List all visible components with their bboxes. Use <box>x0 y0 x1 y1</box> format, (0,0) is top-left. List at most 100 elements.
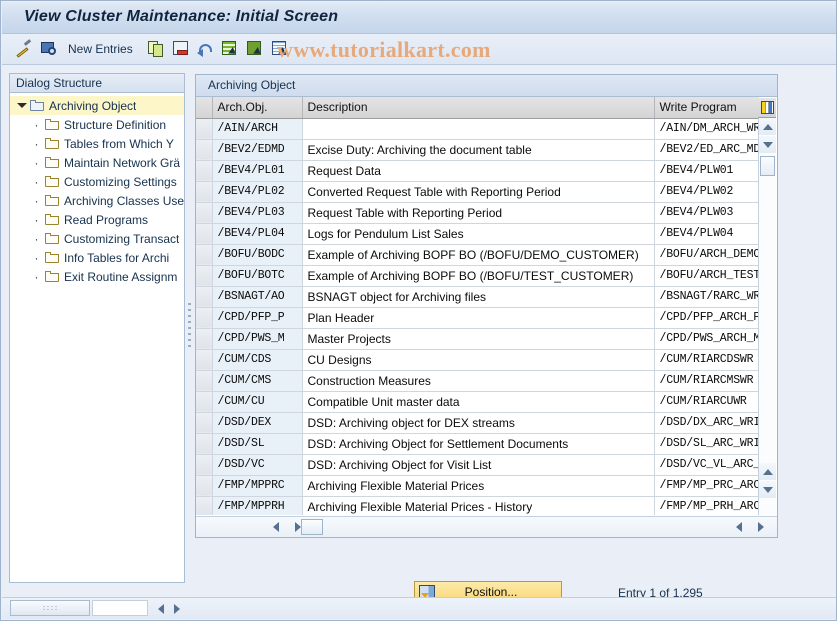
table-horizontal-scrollbar[interactable] <box>196 516 777 537</box>
cell-write-program[interactable]: /CUM/RIARCMSWR <box>654 370 759 392</box>
column-settings-button[interactable] <box>758 98 776 118</box>
cell-description[interactable]: Archiving Flexible Material Prices - His… <box>302 496 655 515</box>
cell-description[interactable]: Excise Duty: Archiving the document tabl… <box>302 139 655 161</box>
cell-description[interactable]: Plan Header <box>302 307 655 329</box>
status-field[interactable] <box>92 600 148 616</box>
cell-description[interactable]: Request Data <box>302 160 655 182</box>
row-select-cell[interactable] <box>196 223 213 245</box>
cell-arch-obj[interactable]: /BOFU/BOTC <box>212 265 303 287</box>
status-next-button[interactable] <box>170 601 184 616</box>
table-vertical-scrollbar[interactable] <box>758 118 776 515</box>
cell-arch-obj[interactable]: /FMP/MPPRC <box>212 475 303 497</box>
cell-arch-obj[interactable]: /BEV4/PL04 <box>212 223 303 245</box>
table-row[interactable]: /BOFU/BOTC Example of Archiving BOPF BO (… <box>196 265 759 287</box>
table-row[interactable]: /CUM/CU Compatible Unit master data/CUM/R… <box>196 391 759 413</box>
table-row[interactable]: /CPD/PWS_MMaster Projects/CPD/PWS_ARCH_M… <box>196 328 759 350</box>
row-select-cell[interactable] <box>196 475 213 497</box>
table-row[interactable]: /FMP/MPPRC Archiving Flexible Material Pr… <box>196 475 759 497</box>
undo-button[interactable] <box>197 38 215 60</box>
sidebar-item-tables-from-which-y[interactable]: · Tables from Which Y <box>10 134 184 153</box>
sidebar-item-info-tables-for-archi[interactable]: · Info Tables for Archi <box>10 248 184 267</box>
scroll-up-button[interactable] <box>759 118 776 135</box>
row-select-cell[interactable] <box>196 370 213 392</box>
cell-write-program[interactable]: /CPD/PFP_ARCH_PH_ <box>654 307 759 329</box>
sidebar-item-maintain-network-gr[interactable]: · Maintain Network Grä <box>10 153 184 172</box>
cell-arch-obj[interactable]: /DSD/VC <box>212 454 303 476</box>
cell-description[interactable]: Example of Archiving BOPF BO (/BOFU/TEST… <box>302 265 655 287</box>
row-select-cell[interactable] <box>196 160 213 182</box>
scroll-page-up-button[interactable] <box>759 136 776 153</box>
cell-write-program[interactable]: /DSD/SL_ARC_WRITE <box>654 433 759 455</box>
cell-write-program[interactable]: /BOFU/ARCH_TEST_C <box>654 265 759 287</box>
cell-description[interactable] <box>302 118 655 140</box>
row-select-cell[interactable] <box>196 202 213 224</box>
cell-write-program[interactable]: /CPD/PWS_ARCH_MP_ <box>654 328 759 350</box>
cell-description[interactable]: Example of Archiving BOPF BO (/BOFU/DEMO… <box>302 244 655 266</box>
cell-description[interactable]: Logs for Pendulum List Sales <box>302 223 655 245</box>
search-button[interactable] <box>40 38 58 60</box>
select-block-button[interactable] <box>247 38 263 60</box>
column-header-description[interactable]: Description <box>302 97 655 119</box>
cell-write-program[interactable]: /AIN/DM_ARCH_WRIT <box>654 118 759 140</box>
cell-arch-obj[interactable]: /DSD/DEX <box>212 412 303 434</box>
sidebar-item-customizing-settings[interactable]: · Customizing Settings <box>10 172 184 191</box>
sidebar-item-customizing-transact[interactable]: · Customizing Transact <box>10 229 184 248</box>
hscroll-left-button[interactable] <box>268 519 284 535</box>
column-header-arch-obj[interactable]: Arch.Obj. <box>212 97 303 119</box>
table-row[interactable]: /BEV4/PL01 Request Data/BEV4/PLW01 <box>196 160 759 182</box>
scroll-page-down-button[interactable] <box>759 463 776 480</box>
table-row[interactable]: /DSD/VC DSD: Archiving Object for Visit L… <box>196 454 759 476</box>
row-select-cell[interactable] <box>196 454 213 476</box>
cell-arch-obj[interactable]: /DSD/SL <box>212 433 303 455</box>
status-resize-handle[interactable] <box>10 600 90 616</box>
cell-write-program[interactable]: /DSD/VC_VL_ARC_WR <box>654 454 759 476</box>
hscroll-end-left-button[interactable] <box>731 519 747 535</box>
cell-write-program[interactable]: /BEV4/PLW01 <box>654 160 759 182</box>
cell-arch-obj[interactable]: /CPD/PWS_M <box>212 328 303 350</box>
cell-description[interactable]: CU Designs <box>302 349 655 371</box>
table-row[interactable]: /CPD/PFP_PPlan Header/CPD/PFP_ARCH_PH_ <box>196 307 759 329</box>
cell-description[interactable]: BSNAGT object for Archiving files <box>302 286 655 308</box>
row-select-cell[interactable] <box>196 244 213 266</box>
table-row[interactable]: /BOFU/BODC Example of Archiving BOPF BO (… <box>196 244 759 266</box>
cell-write-program[interactable]: /CUM/RIARCUWR <box>654 391 759 413</box>
copy-button[interactable] <box>148 38 164 60</box>
table-row[interactable]: /AIN/ARCH/AIN/DM_ARCH_WRIT <box>196 118 759 140</box>
cell-description[interactable]: Compatible Unit master data <box>302 391 655 413</box>
cell-write-program[interactable]: /BEV4/PLW04 <box>654 223 759 245</box>
sidebar-item-archiving-classes-use[interactable]: · Archiving Classes Use <box>10 191 185 210</box>
new-entries-button[interactable]: New Entries <box>68 38 133 60</box>
row-select-cell[interactable] <box>196 181 213 203</box>
cell-write-program[interactable]: /BEV4/PLW02 <box>654 181 759 203</box>
column-header-write-program[interactable]: Write Program <box>654 97 759 119</box>
table-row[interactable]: /BEV4/PL03 Request Table with Reporting P… <box>196 202 759 224</box>
row-select-cell[interactable] <box>196 433 213 455</box>
hscroll-thumb[interactable] <box>301 519 323 535</box>
scroll-thumb[interactable] <box>760 156 775 176</box>
row-select-cell[interactable] <box>196 139 213 161</box>
row-select-cell[interactable] <box>196 265 213 287</box>
cell-arch-obj[interactable]: /BEV4/PL01 <box>212 160 303 182</box>
sidebar-item-archiving-object[interactable]: Archiving Object <box>10 96 184 115</box>
cell-description[interactable]: Converted Request Table with Reporting P… <box>302 181 655 203</box>
cell-description[interactable]: Master Projects <box>302 328 655 350</box>
row-select-cell[interactable] <box>196 328 213 350</box>
row-select-cell[interactable] <box>196 286 213 308</box>
row-select-cell[interactable] <box>196 349 213 371</box>
row-select-cell[interactable] <box>196 391 213 413</box>
table-row[interactable]: /CUM/CMS Construction Measures/CUM/RIARCM… <box>196 370 759 392</box>
row-select-cell[interactable] <box>196 412 213 434</box>
sidebar-item-structure-definition[interactable]: · Structure Definition <box>10 115 184 134</box>
cell-arch-obj[interactable]: /BEV4/PL02 <box>212 181 303 203</box>
select-all-button[interactable] <box>222 38 238 60</box>
hscroll-end-right-button[interactable] <box>753 519 769 535</box>
cell-arch-obj[interactable]: /CUM/CU <box>212 391 303 413</box>
table-row[interactable]: /CUM/CDS CU Designs/CUM/RIARCDSWR <box>196 349 759 371</box>
cell-arch-obj[interactable]: /BEV4/PL03 <box>212 202 303 224</box>
cell-arch-obj[interactable]: /BSNAGT/AO <box>212 286 303 308</box>
cell-arch-obj[interactable]: /FMP/MPPRH <box>212 496 303 515</box>
row-select-cell[interactable] <box>196 307 213 329</box>
chevron-down-icon[interactable] <box>16 100 27 111</box>
sidebar-item-exit-routine-assignm[interactable]: · Exit Routine Assignm <box>10 267 184 286</box>
delete-button[interactable] <box>173 38 189 60</box>
